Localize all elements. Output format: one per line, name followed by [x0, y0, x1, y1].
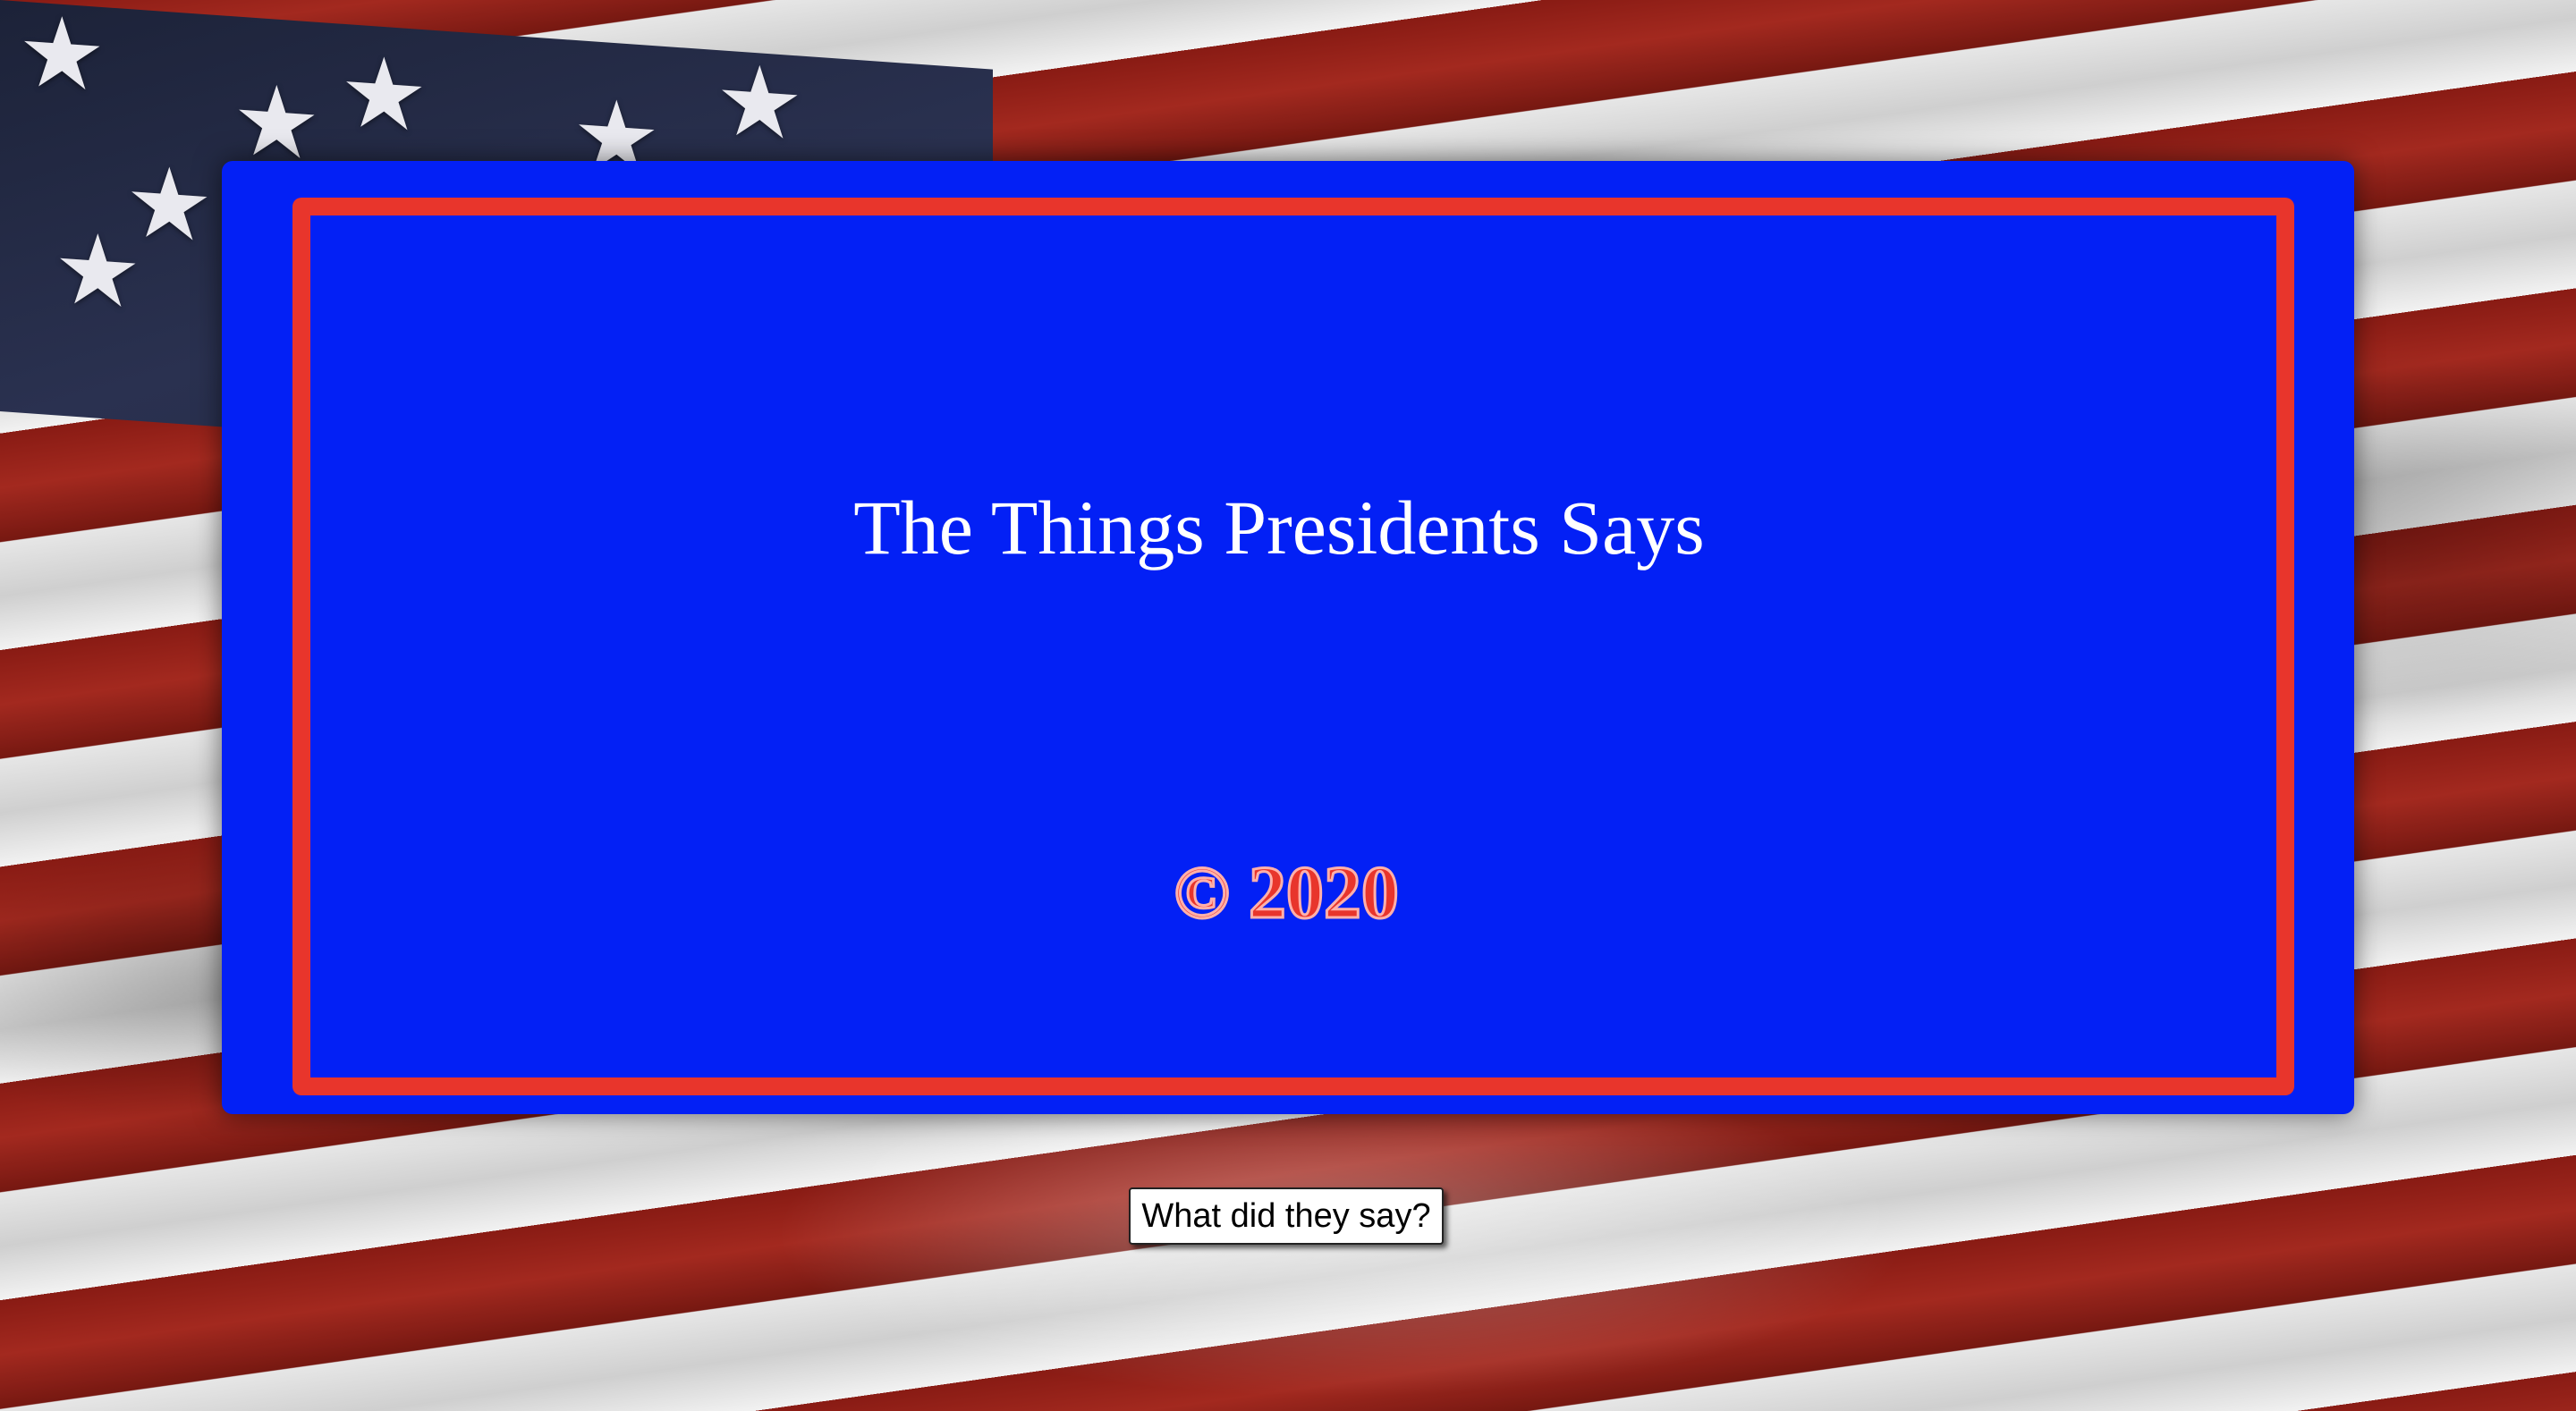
star-icon: ★ — [54, 210, 142, 332]
star-icon: ★ — [716, 41, 804, 163]
star-icon: ★ — [340, 33, 428, 155]
page-title: The Things Presidents Says — [853, 485, 1705, 570]
copyright-notice: © 2020 — [1173, 850, 1401, 936]
title-card-border — [292, 198, 2294, 1095]
title-card — [222, 161, 2354, 1114]
what-did-they-say-button[interactable]: What did they say? — [1129, 1187, 1444, 1245]
star-icon: ★ — [18, 0, 106, 114]
star-icon: ★ — [233, 62, 321, 183]
